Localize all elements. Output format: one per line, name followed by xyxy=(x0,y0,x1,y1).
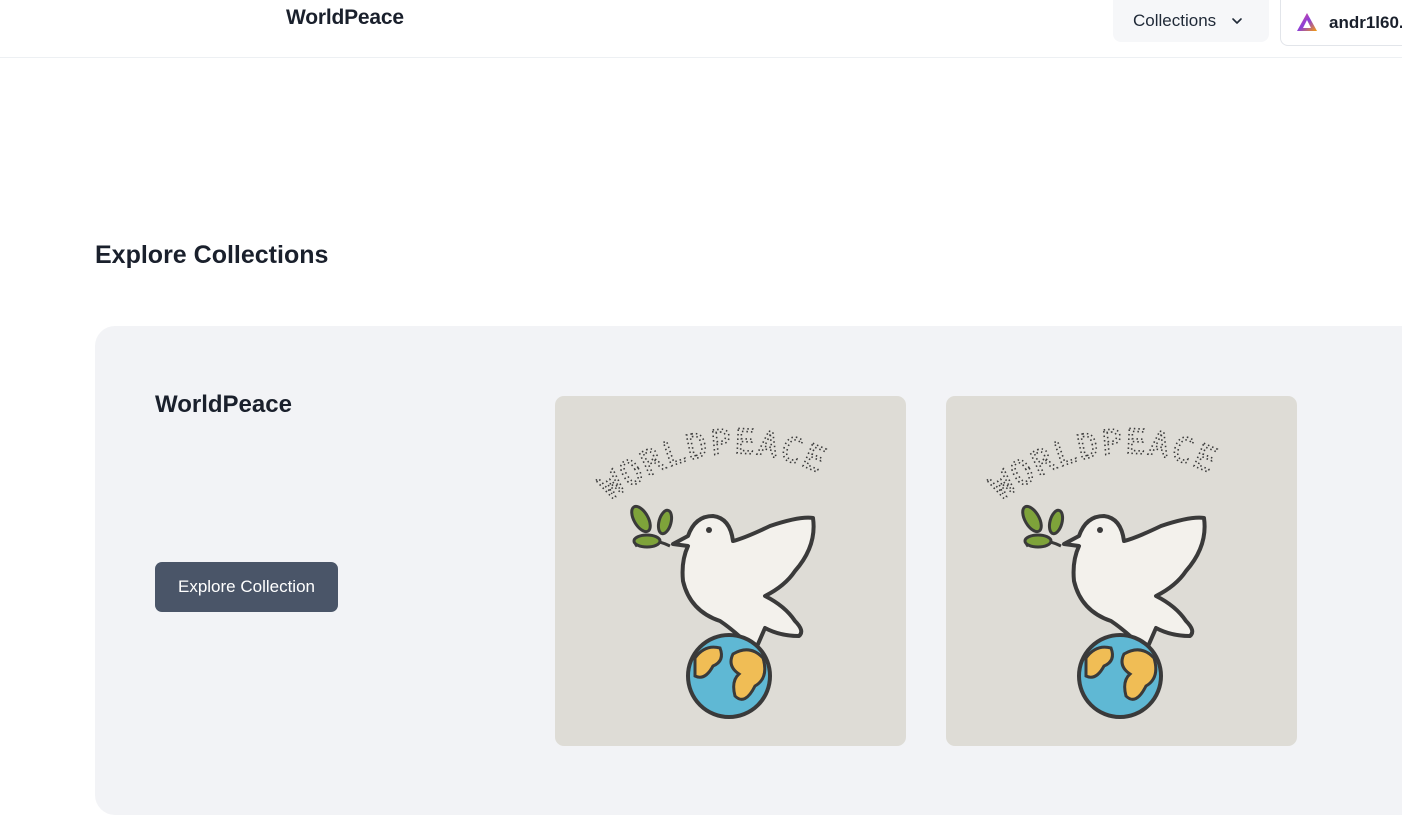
svg-text:WORLDPEACE: WORLDPEACE xyxy=(983,422,1224,508)
collections-dropdown-button[interactable]: Collections xyxy=(1113,0,1269,42)
explore-collection-button[interactable]: Explore Collection xyxy=(155,562,338,612)
top-navigation: WorldPeace Collections andr1l60... xyxy=(0,0,1402,58)
brand-logo-text[interactable]: WorldPeace xyxy=(286,6,404,30)
chevron-down-icon xyxy=(1232,18,1242,24)
svg-text:WORLDPEACE: WORLDPEACE xyxy=(592,422,833,508)
collection-title: WorldPeace xyxy=(155,391,292,418)
dove-globe-artwork: WORLDPEACE xyxy=(591,421,833,719)
dove-globe-artwork: WORLDPEACE xyxy=(982,421,1224,719)
collection-thumbnail[interactable]: WORLDPEACE xyxy=(555,396,906,746)
wallet-logo-icon xyxy=(1297,12,1317,31)
collection-card: WorldPeace Explore Collection WORLDPEACE xyxy=(95,326,1402,815)
account-label: andr1l60... xyxy=(1329,12,1402,32)
section-title: Explore Collections xyxy=(95,241,329,269)
artwork-text: WORLDPEACE xyxy=(591,421,831,509)
collection-thumbnail[interactable]: WORLDPEACE xyxy=(946,396,1297,746)
collections-label: Collections xyxy=(1133,11,1217,30)
artwork-text: WORLDPEACE xyxy=(982,421,1222,509)
account-button[interactable]: andr1l60... xyxy=(1280,0,1402,46)
